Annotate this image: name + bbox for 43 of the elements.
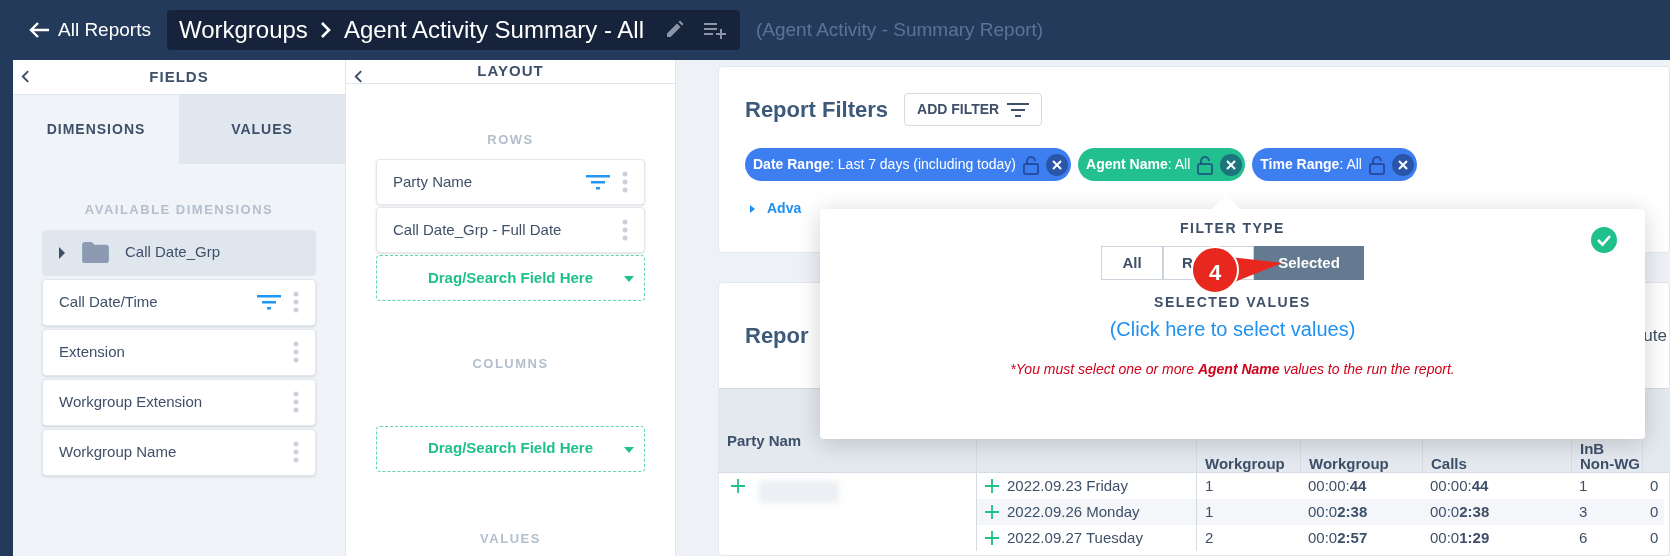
table-cell-text: 00:01:29 xyxy=(1430,527,1490,548)
section-heading: VALUES xyxy=(479,529,542,548)
chip-label: Time Range: All xyxy=(1260,155,1362,174)
table-cell-text: 2022.09.27 Tuesday xyxy=(1007,527,1143,548)
popup-heading: FILTER TYPE xyxy=(1180,219,1285,238)
table-cell-text: 2022.09.23 Friday xyxy=(1007,475,1128,496)
chip-label: Date Range: Last 7 days (including today) xyxy=(753,155,1017,174)
warning-text: *You must select one or more Agent Name values to the run the report. xyxy=(1010,360,1455,379)
table-cell-text: 3 xyxy=(1579,501,1588,522)
field-label: Call Date_Grp xyxy=(125,242,221,263)
popup-heading: SELECTED VALUES xyxy=(1154,293,1311,312)
table-cell-text: 00:02:57 xyxy=(1308,527,1368,548)
breadcrumb-item: Agent Activity Summary - All xyxy=(343,15,644,45)
table-cell-text: 00:00:44 xyxy=(1430,475,1489,496)
table-cell-text: 00:02:38 xyxy=(1430,501,1490,522)
panel-title: FIELDS xyxy=(149,66,209,87)
field-label: Party Name xyxy=(393,171,474,192)
table-cell-text: 0 xyxy=(1650,475,1659,496)
field-label: Call Date/Time xyxy=(59,291,159,312)
table-cell-text: 6 xyxy=(1579,527,1588,548)
field-label: Call Date_Grp - Full Date xyxy=(393,219,563,240)
panel-title: LAYOUT xyxy=(477,61,544,81)
table-cell-text: 2 xyxy=(1205,527,1214,548)
table-cell-text: 2022.09.26 Monday xyxy=(1007,501,1140,522)
section-heading: COLUMNS xyxy=(471,355,550,373)
table-cell-text: 0 xyxy=(1650,527,1659,548)
drop-zone-label: Drag/Search Field Here xyxy=(427,267,594,288)
section-heading: AVAILABLE DIMENSIONS xyxy=(83,201,275,219)
field-label: Workgroup Extension xyxy=(59,391,204,412)
report-subtitle: (Agent Activity - Summary Report) xyxy=(755,17,1044,42)
section-heading: ROWS xyxy=(486,130,535,149)
table-cell-text: 1 xyxy=(1205,475,1214,496)
drop-zone-label: Drag/Search Field Here xyxy=(427,438,594,459)
section-title: Report Filters xyxy=(745,96,889,124)
field-label: Workgroup Name xyxy=(59,441,178,462)
chip-label: Agent Name: All xyxy=(1086,155,1191,174)
table-cell-text: 1 xyxy=(1205,501,1214,522)
table-cell-text: 1 xyxy=(1579,475,1588,496)
table-cell-text: 0 xyxy=(1650,501,1659,522)
table-cell-text: 00:02:38 xyxy=(1308,501,1368,522)
section-title: Repor xyxy=(745,322,809,350)
field-label: Extension xyxy=(59,341,126,362)
table-cell-text: 00:00:44 xyxy=(1308,475,1367,496)
